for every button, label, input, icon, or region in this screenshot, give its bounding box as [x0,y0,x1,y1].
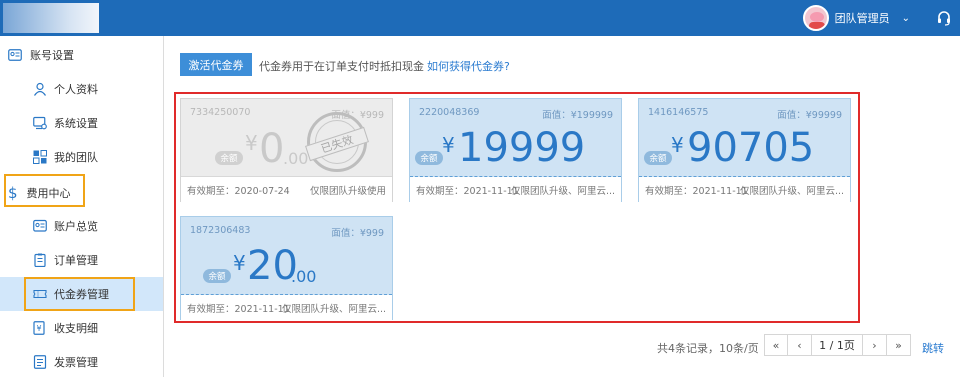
voucher-id: 1872306483 [190,225,251,236]
balance-label: 余额 [203,269,231,283]
headset-icon[interactable] [936,10,952,26]
expired-stamp-text: 已失效 [305,126,369,162]
voucher-card[interactable]: 1872306483 面值：¥999 余额 ¥ 20 .00 有效期至：2021… [180,216,393,320]
voucher-amount: 90705 [687,125,815,171]
user-icon [34,82,46,96]
page-indicator[interactable]: 1 / 1页 [812,334,863,356]
expired-stamp: 已失效 [305,112,369,172]
sidebar-item-settings[interactable]: 系统设置 [0,106,163,140]
sidebar-item-label: 个人资料 [54,83,98,96]
id-card-icon [8,49,22,61]
sidebar-item-account-overview[interactable]: 账户总览 [0,209,163,243]
highlight-box-vouchers [24,277,135,311]
sidebar-item-label: 系统设置 [54,117,98,130]
settings-icon [33,116,47,130]
sidebar-item-label: 账户总览 [54,220,98,233]
voucher-id: 2220048369 [419,107,480,118]
sidebar-item-team[interactable]: 我的团队 [0,140,163,174]
voucher-amount: 0 [259,126,285,172]
logo [3,3,99,33]
avatar[interactable] [802,5,829,31]
voucher-amount: 19999 [458,125,586,171]
voucher-valid-until: 有效期至：2021-11-11 [416,186,519,197]
voucher-valid-until: 有效期至：2021-11-11 [187,304,290,315]
sidebar-item-label: 订单管理 [54,254,98,267]
first-page-button[interactable]: « [764,334,788,356]
invoice-icon [33,355,47,369]
balance-label: 余额 [215,151,243,165]
sidebar-item-label: 发票管理 [54,356,98,369]
sidebar-item-invoices[interactable]: 发票管理 [0,345,163,377]
clipboard-icon [34,253,46,267]
last-page-button[interactable]: » [887,334,911,356]
voucher-scope: 仅限团队升级、阿里云... [510,186,615,197]
top-bar: 团队管理员 ⌄ [0,0,960,36]
activate-voucher-button[interactable]: 激活代金券 [180,53,252,76]
sidebar-item-label: 收支明细 [54,322,98,335]
voucher-id: 1416146575 [648,107,709,118]
next-page-button[interactable]: › [863,334,887,356]
highlight-box-fee [4,174,85,207]
sidebar-item-label: 我的团队 [54,151,98,164]
how-to-get-vouchers-link[interactable]: 如何获得代金券? [427,58,510,74]
currency-symbol: ¥ [442,133,455,157]
pagination-info: 共4条记录，10条/页 [657,342,759,355]
chevron-down-icon[interactable]: ⌄ [902,13,910,24]
sidebar-item-orders[interactable]: 订单管理 [0,243,163,277]
voucher-face-value: 面值：¥199999 [542,110,613,121]
sidebar-group-label: 账号设置 [30,49,74,62]
user-area[interactable]: 团队管理员 ⌄ [802,0,960,36]
voucher-card[interactable]: 7334250070 面值：¥999 余额 ¥ 0 .00 已失效 有效期至：2… [180,98,393,202]
prev-page-button[interactable]: ‹ [788,334,812,356]
voucher-scope: 仅限团队升级、阿里云... [281,304,386,315]
voucher-footer: 有效期至：2021-11-11 仅限团队升级、阿里云... [410,177,621,202]
voucher-footer: 有效期至：2021-11-11 仅限团队升级、阿里云... [639,177,850,202]
voucher-cents: .00 [291,267,317,286]
balance-label: 余额 [644,151,672,165]
jump-link[interactable]: 跳转 [922,340,944,356]
account-card-icon [33,219,47,232]
voucher-face-value: 面值：¥999 [331,228,384,239]
currency-symbol: ¥ [233,251,246,275]
voucher-valid-until: 有效期至：2021-11-11 [645,186,748,197]
voucher-footer: 有效期至：2020-07-24 仅限团队升级使用 [181,177,392,202]
voucher-footer: 有效期至：2021-11-11 仅限团队升级、阿里云... [181,295,392,320]
voucher-card[interactable]: 2220048369 面值：¥199999 余额 ¥ 19999 有效期至：20… [409,98,622,202]
svg-text:¥: ¥ [36,324,41,333]
voucher-hint: 代金券用于在订单支付时抵扣现金 [259,60,424,73]
team-icon [33,150,47,164]
voucher-scope: 仅限团队升级使用 [309,186,386,197]
voucher-card[interactable]: 1416146575 面值：¥99999 余额 ¥ 90705 有效期至：202… [638,98,851,202]
currency-symbol: ¥ [245,131,258,155]
user-name[interactable]: 团队管理员 [835,10,890,26]
voucher-id: 7334250070 [190,107,251,118]
sidebar: 账号设置 个人资料 系统设置 我的团队 $ 费用中心 账户总览 订单管理 代金券… [0,36,164,377]
sidebar-group-account[interactable]: 账号设置 [8,47,74,63]
voucher-face-value: 面值：¥99999 [777,110,842,121]
currency-symbol: ¥ [671,133,684,157]
voucher-valid-until: 有效期至：2020-07-24 [187,186,290,197]
sidebar-item-profile[interactable]: 个人资料 [0,72,163,106]
voucher-cents: .00 [283,149,309,168]
voucher-scope: 仅限团队升级、阿里云... [739,186,844,197]
yuan-icon: ¥ [33,321,45,335]
sidebar-item-transactions[interactable]: ¥ 收支明细 [0,311,163,345]
balance-label: 余额 [415,151,443,165]
